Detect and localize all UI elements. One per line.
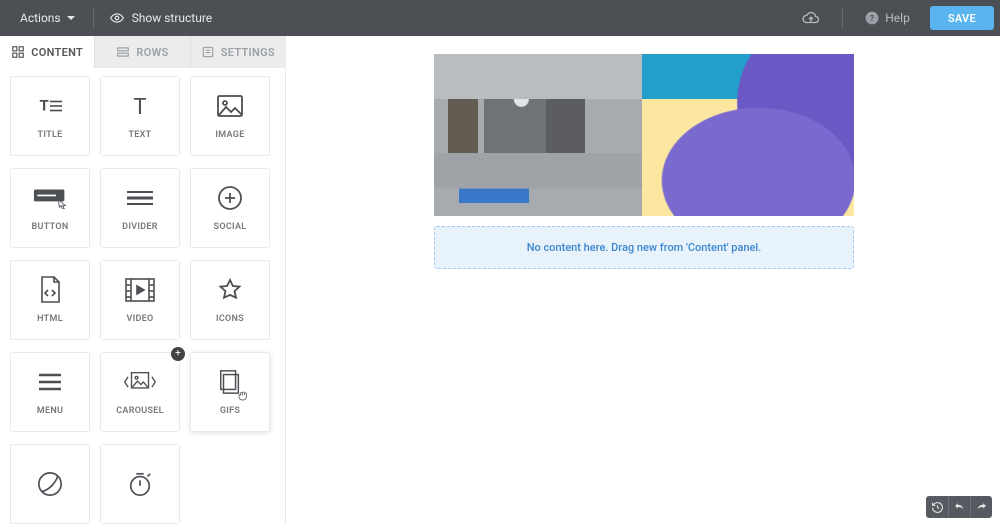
tab-settings-label: SETTINGS [221, 46, 275, 59]
block-gifs[interactable]: GIFS [190, 352, 270, 432]
grid-icon [11, 45, 25, 59]
block-video-label: VIDEO [126, 314, 153, 324]
carousel-icon [123, 368, 157, 396]
block-carousel-label: CAROUSEL [116, 406, 164, 416]
icons-icon [218, 276, 242, 304]
video-icon [125, 276, 155, 304]
html-icon [38, 276, 62, 304]
history-button[interactable] [926, 496, 948, 518]
block-sticker[interactable] [10, 444, 90, 524]
undo-icon [953, 501, 966, 514]
settings-list-icon [201, 45, 215, 59]
button-icon [33, 184, 67, 212]
grab-cursor-icon [237, 387, 249, 406]
cloud-sync-button[interactable] [802, 9, 820, 27]
gif-row [434, 54, 854, 216]
placed-gif-right[interactable] [642, 54, 854, 216]
menu-icon [37, 368, 63, 396]
stage: No content here. Drag new from 'Content'… [434, 54, 854, 269]
actions-menu[interactable]: Actions [14, 7, 81, 29]
block-carousel[interactable]: CAROUSEL+ [100, 352, 180, 432]
sidebar-tabs: CONTENT ROWS SETTINGS [0, 36, 285, 68]
block-menu-label: MENU [37, 406, 63, 416]
undo-button[interactable] [948, 496, 970, 518]
block-carousel-badge: + [171, 347, 185, 361]
block-text[interactable]: T TEXT [100, 76, 180, 156]
empty-dropzone[interactable]: No content here. Drag new from 'Content'… [434, 226, 854, 269]
history-toolbar [926, 496, 992, 518]
svg-text:T: T [133, 95, 146, 118]
block-gifs-label: GIFS [220, 406, 240, 416]
tab-settings[interactable]: SETTINGS [191, 36, 285, 68]
block-title[interactable]: T TITLE [10, 76, 90, 156]
chevron-down-icon [67, 16, 75, 20]
block-social-label: SOCIAL [214, 222, 247, 232]
block-image-label: IMAGE [215, 130, 244, 140]
svg-text:T: T [40, 97, 49, 115]
tab-content[interactable]: CONTENT [0, 36, 95, 68]
block-button-label: BUTTON [31, 222, 68, 232]
sticker-icon [37, 470, 63, 498]
block-text-label: TEXT [128, 130, 151, 140]
show-structure-label: Show structure [132, 11, 213, 25]
sidebar: CONTENT ROWS SETTINGS T TITLE T TEXT IMAGE BU… [0, 36, 286, 524]
timer-icon [127, 470, 153, 498]
history-icon [931, 501, 944, 514]
block-html-label: HTML [37, 314, 63, 324]
divider-icon [125, 184, 155, 212]
show-structure-toggle[interactable]: Show structure [110, 11, 213, 25]
block-html[interactable]: HTML [10, 260, 90, 340]
content-blocks-panel: T TITLE T TEXT IMAGE BUTTON DIVIDER SOCIAL HTML V… [0, 68, 285, 524]
redo-icon [975, 501, 988, 514]
block-divider[interactable]: DIVIDER [100, 168, 180, 248]
rows-icon [116, 45, 130, 59]
block-icons[interactable]: ICONS [190, 260, 270, 340]
placed-gif-left[interactable] [434, 54, 642, 216]
separator [842, 8, 843, 28]
block-social[interactable]: SOCIAL [190, 168, 270, 248]
image-icon [217, 92, 243, 120]
actions-label: Actions [20, 11, 61, 25]
svg-text:?: ? [870, 13, 874, 23]
redo-button[interactable] [970, 496, 992, 518]
block-icons-label: ICONS [216, 314, 244, 324]
separator [93, 8, 94, 28]
social-icon [217, 184, 243, 212]
cloud-upload-icon [802, 9, 820, 27]
block-title-label: TITLE [38, 130, 63, 140]
block-timer[interactable] [100, 444, 180, 524]
tab-rows-label: ROWS [136, 46, 168, 59]
tab-rows[interactable]: ROWS [95, 36, 190, 68]
block-menu[interactable]: MENU [10, 352, 90, 432]
help-label: Help [885, 11, 910, 25]
eye-icon [110, 11, 124, 25]
topbar: Actions Show structure ? Help SAVE [0, 0, 1000, 36]
block-divider-label: DIVIDER [122, 222, 158, 232]
dropzone-text: No content here. Drag new from 'Content'… [527, 241, 762, 254]
help-button[interactable]: ? Help [865, 11, 910, 25]
save-button[interactable]: SAVE [930, 6, 994, 30]
help-icon: ? [865, 11, 879, 25]
tab-content-label: CONTENT [31, 46, 83, 59]
block-image[interactable]: IMAGE [190, 76, 270, 156]
block-button[interactable]: BUTTON [10, 168, 90, 248]
block-video[interactable]: VIDEO [100, 260, 180, 340]
text-icon: T [128, 92, 152, 120]
title-icon: T [35, 92, 65, 120]
canvas[interactable]: No content here. Drag new from 'Content'… [286, 36, 1000, 524]
workspace: CONTENT ROWS SETTINGS T TITLE T TEXT IMAGE BU… [0, 36, 1000, 524]
